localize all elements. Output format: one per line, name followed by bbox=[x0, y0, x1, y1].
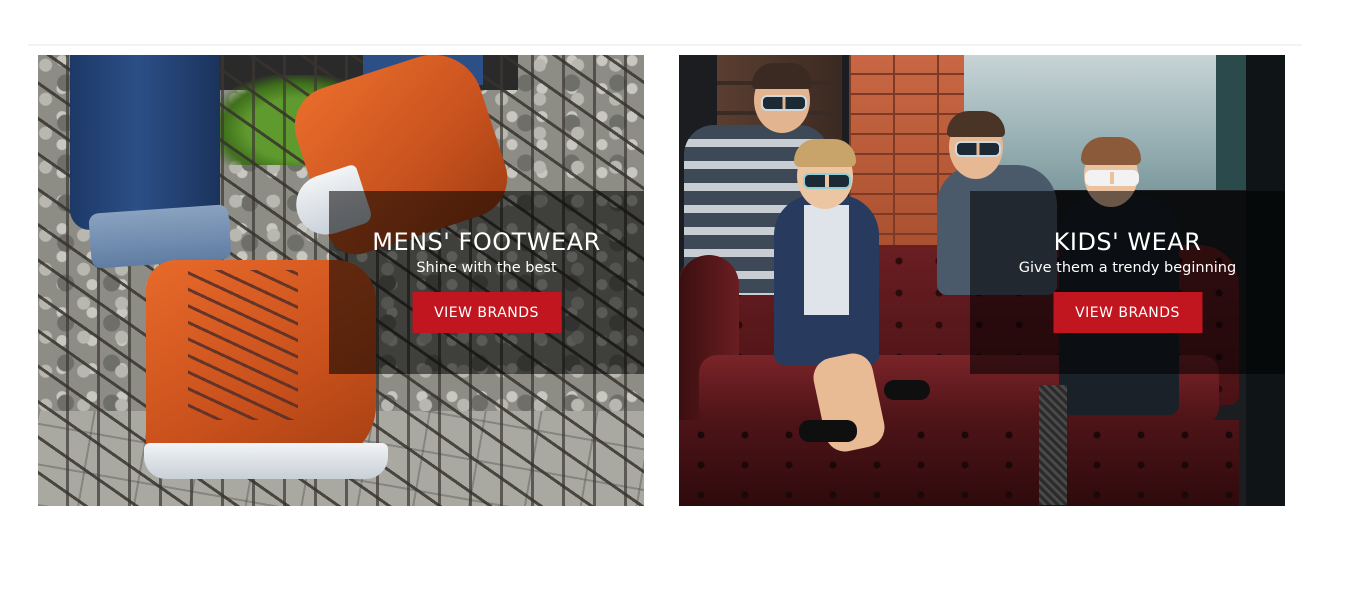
kids-wear-banner[interactable]: KIDS' WEAR Give them a trendy beginning … bbox=[679, 55, 1285, 506]
section-divider bbox=[28, 44, 1302, 46]
banner-overlay: KIDS' WEAR Give them a trendy beginning … bbox=[970, 191, 1285, 374]
banner-subtitle: Shine with the best bbox=[416, 260, 557, 276]
mens-footwear-banner[interactable]: MENS' FOOTWEAR Shine with the best VIEW … bbox=[38, 55, 644, 506]
banner-title: MENS' FOOTWEAR bbox=[372, 228, 601, 256]
view-brands-button[interactable]: VIEW BRANDS bbox=[412, 292, 561, 333]
banner-overlay: MENS' FOOTWEAR Shine with the best VIEW … bbox=[329, 191, 644, 374]
banner-title: KIDS' WEAR bbox=[1053, 228, 1202, 256]
banner-subtitle: Give them a trendy beginning bbox=[1018, 260, 1237, 276]
view-brands-button[interactable]: VIEW BRANDS bbox=[1053, 292, 1202, 333]
